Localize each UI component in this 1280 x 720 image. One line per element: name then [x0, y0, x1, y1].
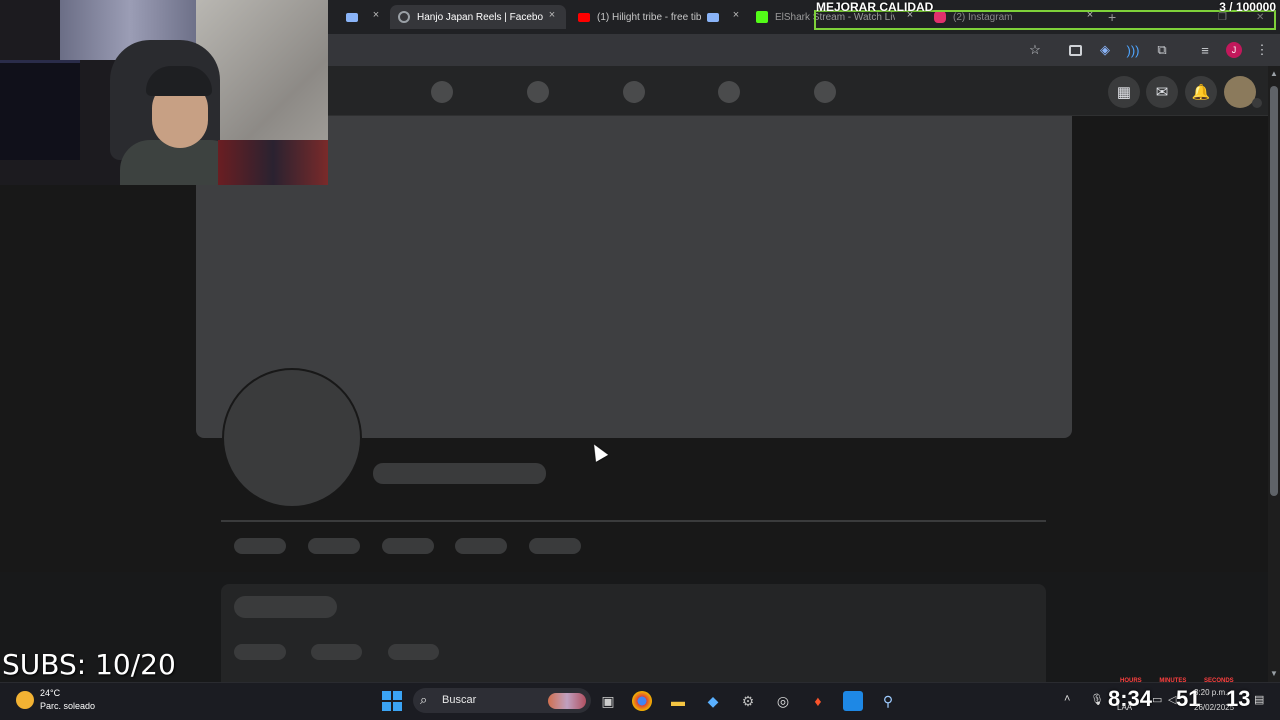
content-card-placeholder	[221, 584, 1046, 682]
browser-tab-facebook[interactable]: Hanjo Japan Reels | Facebook ×	[390, 5, 566, 29]
profile-divider	[221, 520, 1046, 522]
window-icon	[707, 12, 719, 22]
settings-icon[interactable]: ⚙	[738, 691, 758, 711]
page-name-placeholder	[373, 463, 546, 484]
browser-tab-1[interactable]: ×	[346, 5, 382, 29]
scroll-up-arrow-icon[interactable]: ▲	[1270, 70, 1278, 78]
network-icon[interactable]: ▭	[1152, 693, 1162, 706]
kick-icon	[756, 11, 768, 23]
webcam-person-cap	[146, 66, 212, 96]
task-view-icon[interactable]: ▣	[598, 691, 618, 711]
page-scrollbar[interactable]: ▲ ▼	[1268, 66, 1280, 682]
taskbar-search-placeholder[interactable]: Buscar	[442, 694, 476, 706]
star-icon[interactable]: ☆	[1027, 42, 1043, 58]
webcam-overlay	[0, 0, 328, 185]
search-highlight-art	[548, 693, 586, 709]
brave-icon[interactable]: ♦	[808, 691, 828, 711]
stream-timer-seconds: 13	[1226, 686, 1251, 711]
quality-overlay-label: MEJORAR CALIDAD	[816, 0, 934, 14]
nav-placeholder-video[interactable]	[527, 81, 549, 103]
scrollbar-thumb[interactable]	[1270, 86, 1278, 496]
youtube-icon	[578, 12, 590, 22]
subs-goal-overlay: SUBS: 10/20	[2, 648, 176, 681]
profile-tab-placeholder[interactable]	[455, 538, 507, 554]
search-icon: ⌕	[420, 692, 428, 707]
screen: × Hanjo Japan Reels | Facebook × (1) Hil…	[0, 0, 1280, 720]
profile-tab-placeholder[interactable]	[529, 538, 581, 554]
windows-start-icon[interactable]	[382, 691, 402, 711]
tray-overflow-icon[interactable]: ˄	[1064, 693, 1070, 705]
app-blue-icon[interactable]	[843, 691, 863, 711]
card-line-placeholder	[311, 644, 362, 660]
webcam-monitor	[0, 60, 80, 160]
notifications-icon[interactable]: 🔔	[1185, 76, 1217, 108]
mouse-cursor-icon	[588, 441, 609, 462]
browser-tab-youtube[interactable]: (1) Hilight tribe - free tib ×	[578, 5, 742, 29]
extension-ad-icon[interactable]	[1067, 42, 1083, 58]
nav-placeholder-gaming[interactable]	[814, 81, 836, 103]
app-ring-icon[interactable]: ◎	[773, 691, 793, 711]
scroll-down-arrow-icon[interactable]: ▼	[1270, 670, 1278, 678]
weather-sun-icon[interactable]	[16, 691, 34, 709]
notification-center-icon[interactable]: ▤	[1254, 693, 1264, 706]
card-line-placeholder	[234, 644, 286, 660]
weather-description[interactable]: Parc. soleado	[40, 701, 95, 711]
chrome-icon[interactable]	[632, 691, 652, 711]
puzzle-icon[interactable]: ⧉	[1154, 42, 1170, 58]
apps-grid-icon[interactable]: ▦	[1108, 76, 1140, 108]
profile-icon[interactable]: J	[1226, 42, 1242, 58]
app-diamond-icon[interactable]: ◆	[703, 691, 723, 711]
tab-title: (1) Hilight tribe - free tib	[597, 11, 701, 23]
media-icon[interactable]: ≡	[1197, 42, 1213, 58]
nav-placeholder-groups[interactable]	[718, 81, 740, 103]
close-icon[interactable]: ×	[370, 9, 382, 21]
messenger-icon[interactable]: ✉	[1146, 76, 1178, 108]
steam-icon[interactable]: ⚲	[878, 691, 898, 711]
system-time[interactable]: 3:20 p.m.	[1194, 688, 1227, 697]
extension-shield-icon[interactable]: ◈	[1097, 42, 1113, 58]
file-explorer-icon[interactable]: ▬	[668, 691, 688, 711]
webcam-blanket	[218, 140, 328, 185]
weather-temperature[interactable]: 24°C	[40, 688, 60, 698]
nav-placeholder-home[interactable]	[431, 81, 453, 103]
account-avatar[interactable]	[1224, 76, 1262, 108]
close-icon[interactable]: ×	[730, 9, 742, 21]
menu-icon[interactable]: ⋮	[1254, 42, 1270, 58]
profile-picture-placeholder	[222, 368, 362, 508]
goal-counter: 3 / 100000	[1219, 0, 1276, 14]
nav-placeholder-marketplace[interactable]	[623, 81, 645, 103]
profile-tab-placeholder[interactable]	[308, 538, 360, 554]
extension-audio-icon[interactable]: )))	[1125, 42, 1141, 58]
loading-icon	[398, 11, 410, 23]
card-line-placeholder	[388, 644, 439, 660]
card-title-placeholder	[234, 596, 337, 618]
keyboard-language[interactable]: LAA	[1117, 703, 1132, 712]
window-icon	[346, 12, 358, 22]
profile-tab-placeholder[interactable]	[234, 538, 286, 554]
close-icon[interactable]: ×	[546, 9, 558, 21]
tab-title: Hanjo Japan Reels | Facebook	[417, 11, 543, 23]
microphone-icon[interactable]: 🎙	[1090, 693, 1104, 706]
profile-tab-placeholder[interactable]	[382, 538, 434, 554]
